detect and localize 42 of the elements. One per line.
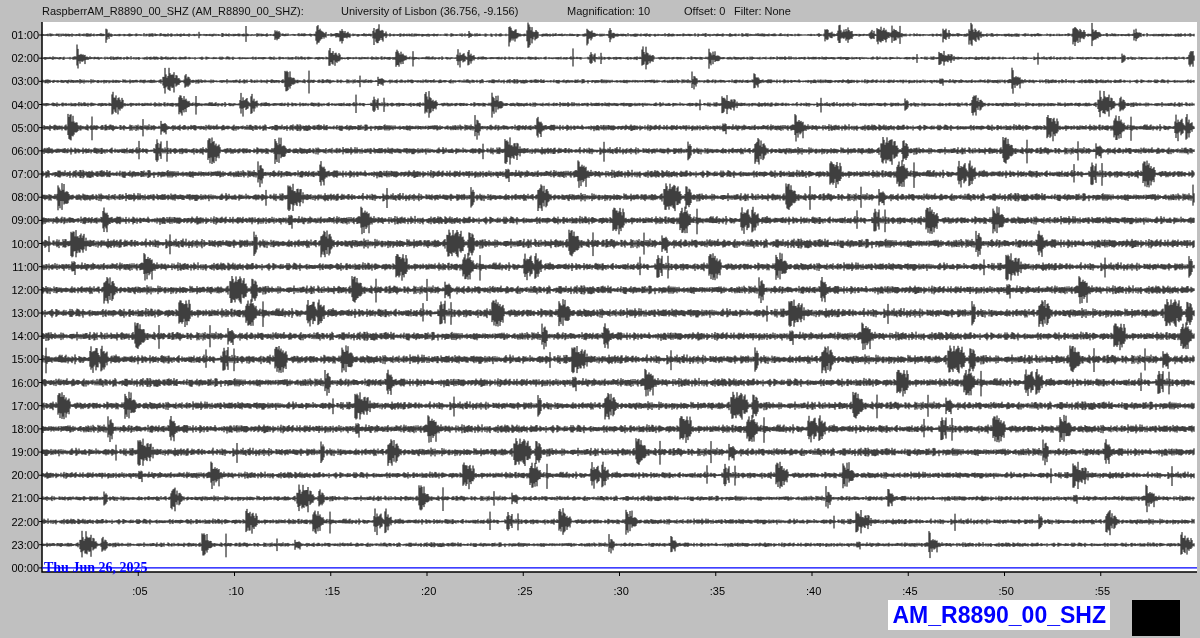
- hour-label: 00:00: [11, 561, 39, 574]
- minute-tick-label: :35: [709, 585, 726, 597]
- hour-label: 01:00: [11, 29, 39, 41]
- hour-label: 10:00: [11, 237, 39, 250]
- minute-tick-label: :40: [806, 585, 822, 597]
- hour-label: 19:00: [11, 446, 39, 459]
- hour-label: 14:00: [11, 330, 39, 343]
- minute-tick-label: :30: [613, 585, 629, 597]
- status-square: [1132, 600, 1180, 636]
- station-name: RaspberrAM_R8890_00_SHZ (AM_R8890_00_SHZ):: [42, 4, 305, 19]
- hour-label: 09:00: [11, 214, 39, 227]
- hour-label: 06:00: [11, 144, 39, 157]
- minute-tick-label: :25: [517, 585, 533, 597]
- hour-label: 11:00: [12, 260, 39, 273]
- hour-label: 02:00: [11, 52, 39, 65]
- hour-label: 15:00: [11, 353, 39, 366]
- hour-label: 12:00: [11, 283, 39, 296]
- minute-tick-label: :55: [1094, 585, 1111, 597]
- minute-tick-label: :05: [132, 585, 148, 597]
- minute-tick-label: :10: [228, 585, 244, 597]
- hour-label: 07:00: [11, 168, 39, 180]
- magnification-text: Magnification: 10: [567, 4, 652, 19]
- location-text: University of Lisbon (36.756, -9.156): [341, 4, 520, 19]
- hour-label: 18:00: [11, 422, 39, 435]
- hour-label: 21:00: [11, 492, 39, 505]
- hour-label: 20:00: [11, 469, 39, 482]
- hour-label: 04:00: [11, 98, 39, 111]
- channel-label: AM_R8890_00_SHZ: [888, 600, 1110, 630]
- offset-text: Offset: 0: [684, 4, 727, 19]
- filter-text: Filter: None: [734, 4, 791, 19]
- hour-label: 16:00: [11, 376, 39, 389]
- hour-label: 23:00: [11, 538, 39, 551]
- hour-label: 08:00: [11, 191, 39, 204]
- hour-label: 13:00: [11, 307, 39, 320]
- hour-label: 22:00: [11, 515, 39, 528]
- hour-label: 05:00: [11, 121, 39, 134]
- hour-label: 17:00: [11, 399, 39, 412]
- minute-tick-label: :15: [324, 585, 341, 597]
- minute-tick-label: :45: [902, 585, 918, 597]
- hour-label: 03:00: [11, 75, 39, 88]
- minute-tick-label: :50: [998, 585, 1014, 597]
- minute-tick-label: :20: [421, 585, 437, 597]
